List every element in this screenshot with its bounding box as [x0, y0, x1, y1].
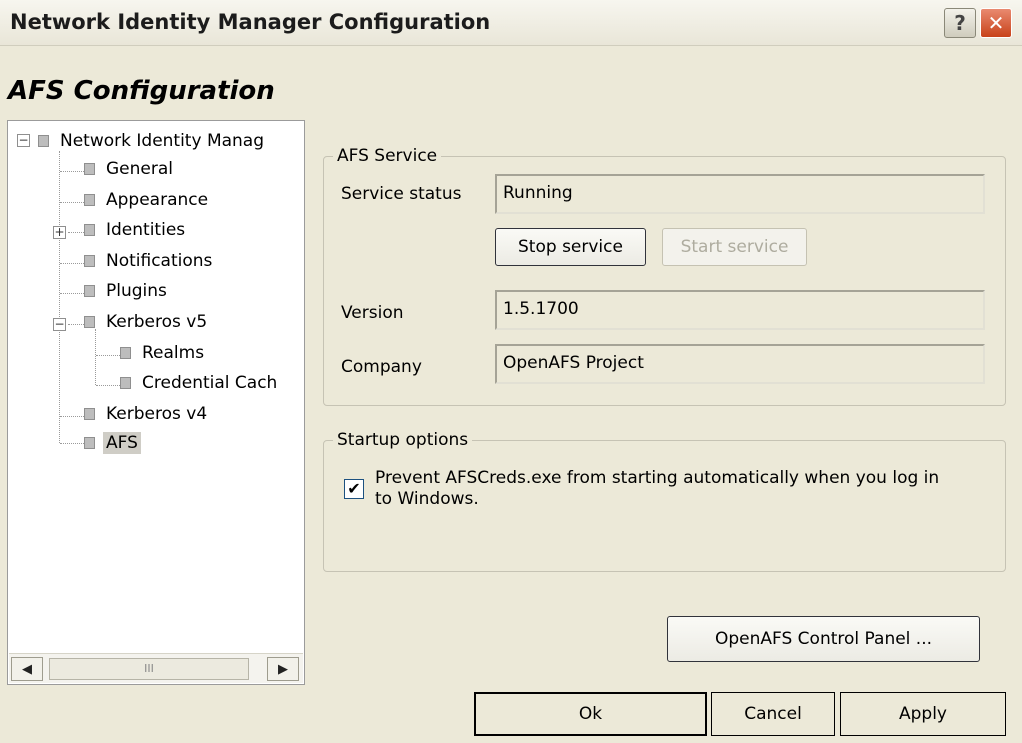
version-label: Version [341, 303, 404, 323]
grip-icon: III [144, 662, 154, 675]
config-tree[interactable]: − Network Identity Manag General Appeara… [7, 120, 305, 685]
prevent-afscreds-checkbox[interactable]: ✔ [344, 479, 364, 499]
apply-button[interactable]: Apply [840, 692, 1006, 736]
arrow-left-icon: ◀ [22, 661, 32, 677]
tree-connector [95, 329, 96, 385]
page-title: AFS Configuration [8, 76, 275, 106]
close-icon: ✕ [987, 11, 1005, 35]
tree-item-label: AFS [103, 432, 141, 454]
horizontal-scrollbar[interactable]: ◀ III ▶ [9, 653, 303, 683]
tree-connector [96, 385, 120, 386]
node-icon [84, 437, 95, 449]
tree-connector [60, 171, 84, 172]
tree-item-label: Network Identity Manag [60, 131, 265, 151]
company-label: Company [341, 357, 422, 377]
node-icon [120, 347, 131, 359]
tree-item-credential-cache[interactable]: Credential Cach [120, 370, 280, 396]
tree-connector [60, 416, 84, 417]
node-icon [84, 316, 95, 328]
scroll-left-button[interactable]: ◀ [11, 657, 43, 681]
window-title: Network Identity Manager Configuration [10, 10, 491, 34]
tree-item-root[interactable]: Network Identity Manag [38, 128, 267, 154]
tree-item-label: Realms [142, 343, 205, 363]
tree-item-label: Credential Cach [142, 373, 278, 393]
tree-item-general[interactable]: General [84, 156, 176, 182]
tree-connector [96, 355, 120, 356]
cancel-button[interactable]: Cancel [711, 692, 835, 736]
afs-service-legend: AFS Service [333, 146, 442, 166]
tree-item-label: Notifications [106, 251, 213, 271]
node-icon [84, 408, 95, 420]
tree-connector [60, 293, 84, 294]
tree-item-label: Kerberos v4 [106, 404, 208, 424]
tree-item-identities[interactable]: Identities [84, 217, 188, 243]
tree-connector [68, 324, 84, 325]
tree-item-label: Appearance [106, 190, 209, 210]
start-service-button[interactable]: Start service [662, 228, 807, 266]
prevent-afscreds-label[interactable]: Prevent AFSCreds.exe from starting autom… [375, 468, 939, 488]
node-icon [84, 194, 95, 206]
ok-button[interactable]: Ok [474, 692, 707, 736]
scroll-thumb[interactable]: III [49, 658, 249, 680]
version-field: 1.5.1700 [495, 290, 985, 330]
tree-item-label: Kerberos v5 [106, 312, 208, 332]
service-status-field: Running [495, 174, 985, 214]
arrow-right-icon: ▶ [278, 661, 288, 677]
tree-item-afs[interactable]: AFS [84, 430, 141, 456]
tree-item-kerberos-v5[interactable]: Kerberos v5 [84, 309, 210, 335]
tree-connector [59, 151, 60, 443]
node-icon [84, 285, 95, 297]
title-bar: Network Identity Manager Configuration ?… [0, 0, 1022, 46]
tree-item-notifications[interactable]: Notifications [84, 248, 215, 274]
tree-item-realms[interactable]: Realms [120, 340, 207, 366]
tree-connector [60, 443, 84, 444]
company-field: OpenAFS Project [495, 344, 985, 384]
node-icon [120, 377, 131, 389]
tree-connector [60, 263, 84, 264]
collapse-toggle[interactable]: − [53, 318, 66, 331]
stop-service-button[interactable]: Stop service [495, 228, 646, 266]
node-icon [38, 135, 49, 147]
tree-connector [68, 232, 84, 233]
prevent-afscreds-label-cont[interactable]: to Windows. [375, 489, 479, 509]
node-icon [84, 163, 95, 175]
help-button[interactable]: ? [944, 8, 976, 38]
tree-item-kerberos-v4[interactable]: Kerberos v4 [84, 401, 210, 427]
tree-viewport: − Network Identity Manag General Appeara… [8, 121, 290, 648]
collapse-toggle[interactable]: − [17, 134, 30, 147]
node-icon [84, 224, 95, 236]
tree-item-plugins[interactable]: Plugins [84, 278, 170, 304]
close-button[interactable]: ✕ [980, 8, 1012, 38]
tree-item-label: Identities [106, 220, 186, 240]
help-icon: ? [954, 11, 966, 35]
tree-connector [60, 202, 84, 203]
node-icon [84, 255, 95, 267]
scroll-right-button[interactable]: ▶ [267, 657, 299, 681]
tree-item-appearance[interactable]: Appearance [84, 187, 211, 213]
service-status-label: Service status [341, 184, 462, 204]
expand-toggle[interactable]: + [53, 226, 66, 239]
tree-item-label: Plugins [106, 281, 167, 301]
tree-item-label: General [106, 159, 173, 179]
startup-options-legend: Startup options [333, 430, 473, 450]
openafs-control-panel-button[interactable]: OpenAFS Control Panel ... [667, 616, 980, 662]
